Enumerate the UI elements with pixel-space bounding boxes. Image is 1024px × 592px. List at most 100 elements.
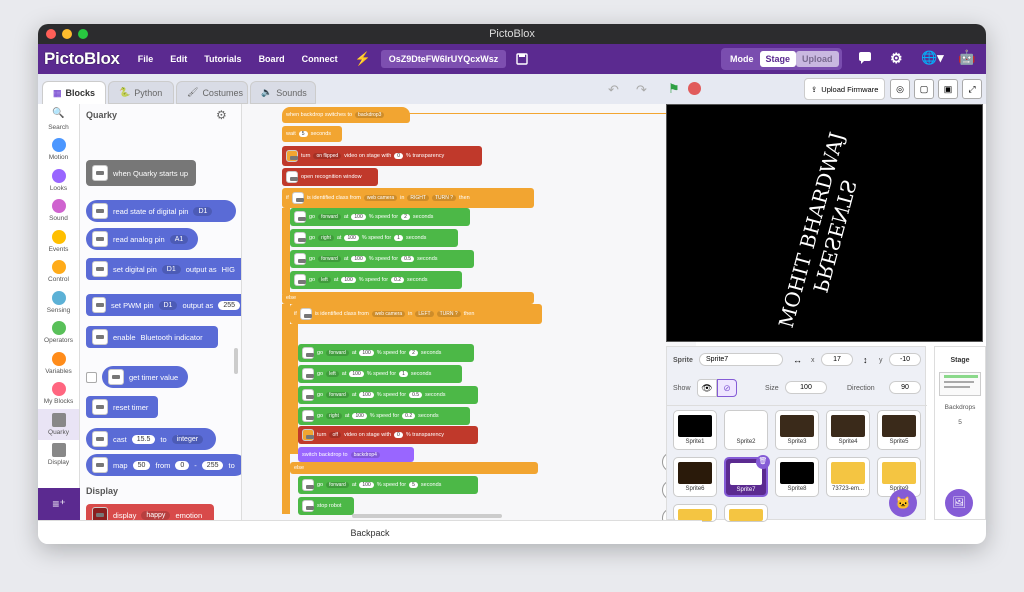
transparency-input[interactable]: 0 (394, 432, 403, 438)
show-visible-icon[interactable]: 👁 (697, 379, 717, 397)
block-open-recognition-window[interactable]: open recognition window (282, 168, 378, 186)
tab-blocks[interactable]: ▦ Blocks (42, 81, 106, 104)
sprite-thumbnail[interactable]: Sprite5 (877, 410, 921, 450)
direction-dropdown[interactable]: forward (318, 256, 341, 262)
backdrop-dropdown[interactable]: backdrop4 (350, 451, 380, 458)
menu-edit[interactable]: Edit (170, 54, 187, 64)
pwm-value-input[interactable]: 255 (218, 300, 240, 310)
block-go-forward[interactable]: go forward at 100 % speed for 5 seconds (298, 476, 478, 494)
transparency-input[interactable]: 0 (394, 153, 404, 159)
time-input[interactable]: 0.2 (391, 277, 405, 283)
sprite-thumbnail[interactable]: 73723-em... (826, 457, 870, 497)
pictoblox-logo[interactable]: PictoBlox (44, 49, 120, 69)
block-cast[interactable]: cast 15.5 to integer (86, 428, 216, 450)
block-go-left[interactable]: go left at 100 % speed for 1 seconds (298, 365, 462, 383)
close-window-button[interactable] (46, 29, 56, 39)
speed-input[interactable]: 100 (349, 371, 364, 377)
backpack-bar[interactable]: Backpack (38, 520, 702, 544)
mode-stage-button[interactable]: Stage (759, 51, 797, 67)
choose-sprite-button[interactable]: 🐱 (889, 489, 917, 517)
video-mode-dropdown[interactable]: off (329, 432, 341, 438)
speed-input[interactable]: 100 (351, 256, 366, 262)
block-wait[interactable]: wait 5 seconds (282, 126, 342, 142)
category-my-blocks[interactable]: My Blocks (38, 379, 79, 410)
direction-dropdown[interactable]: right (318, 235, 334, 241)
choose-backdrop-button[interactable]: 🖼 (945, 489, 973, 517)
camera-dropdown[interactable]: web camera (371, 311, 406, 317)
direction-dropdown[interactable]: left (326, 371, 339, 377)
time-input[interactable]: 2 (401, 214, 410, 220)
large-stage-icon[interactable]: ▣ (938, 79, 958, 99)
category-sound[interactable]: Sound (38, 196, 79, 227)
pin-dropdown[interactable]: D1 (158, 300, 178, 310)
y-input[interactable]: -10 (889, 353, 921, 366)
palette-scrollbar[interactable] (234, 348, 238, 374)
sprite-thumbnail[interactable]: Sprite2 (724, 410, 768, 450)
fullscreen-icon[interactable]: ⤢ (962, 79, 982, 99)
category-operators[interactable]: Operators (38, 318, 79, 349)
pin-dropdown[interactable]: D1 (161, 264, 181, 274)
block-switch-backdrop[interactable]: switch backdrop to backdrop4 (298, 447, 414, 462)
time-input[interactable]: 2 (409, 350, 418, 356)
gear-icon[interactable]: ⚙ (890, 50, 903, 67)
show-hidden-icon[interactable]: ⊘ (717, 379, 737, 397)
delete-sprite-icon[interactable]: 🗑 (756, 455, 770, 469)
redo-icon[interactable]: ↷ (636, 82, 647, 98)
block-when-quarky-starts[interactable]: when Quarky starts up (86, 160, 196, 186)
block-go-forward[interactable]: go forward at 100 % speed for 0.5 second… (290, 250, 474, 268)
category-quarky[interactable]: Quarky (38, 409, 79, 440)
block-when-backdrop-switches[interactable]: when backdrop switches to backdrop3 (282, 107, 410, 123)
x-input[interactable]: 17 (821, 353, 853, 366)
block-display-emotion[interactable]: display happy emotion (86, 504, 214, 520)
direction-dropdown[interactable]: left (318, 277, 331, 283)
camera-icon[interactable]: ◎ (890, 79, 910, 99)
tab-costumes[interactable]: 🖌 Costumes (176, 81, 248, 104)
camera-dropdown[interactable]: web camera (363, 195, 398, 201)
sprite-thumbnail[interactable] (724, 504, 768, 522)
pin-dropdown[interactable]: D1 (193, 206, 213, 216)
block-go-right[interactable]: go right at 100 % speed for 0.2 seconds (298, 407, 470, 425)
block-go-forward[interactable]: go forward at 100 % speed for 2 seconds (290, 208, 470, 226)
map-value-input[interactable]: 50 (132, 460, 151, 470)
sprite-thumbnail[interactable]: Sprite1 (673, 410, 717, 450)
size-input[interactable]: 100 (785, 381, 827, 394)
feedback-icon[interactable] (858, 51, 872, 67)
globe-icon[interactable]: 🌐▾ (921, 50, 944, 66)
cast-type-dropdown[interactable]: integer (171, 434, 204, 444)
robot-avatar-icon[interactable]: 🤖 (958, 49, 975, 66)
category-search[interactable]: 🔍 Search (38, 104, 79, 135)
wait-input[interactable]: 5 (298, 131, 308, 137)
block-set-digital-pin[interactable]: set digital pin D1 output as HIG (86, 258, 241, 280)
stage-target-pane[interactable]: Stage Backdrops 5 🖼 (934, 346, 986, 520)
zoom-window-button[interactable] (78, 29, 88, 39)
analog-pin-dropdown[interactable]: A1 (169, 234, 189, 244)
direction-dropdown[interactable]: forward (326, 392, 349, 398)
menu-connect[interactable]: Connect (302, 54, 338, 64)
checkbox[interactable] (86, 372, 97, 383)
undo-icon[interactable]: ↶ (608, 82, 619, 98)
script-area[interactable]: when backdrop switches to backdrop3 wait… (242, 104, 696, 520)
add-extension-button[interactable]: ≡⁺ (38, 488, 80, 520)
block-read-digital-pin[interactable]: read state of digital pin D1 (86, 200, 236, 222)
green-flag-icon[interactable]: ⚑ (668, 81, 680, 97)
speed-input[interactable]: 100 (359, 392, 374, 398)
sprite-thumbnail[interactable]: Sprite7 🗑 (724, 455, 770, 497)
block-else[interactable]: else (282, 292, 534, 304)
sprite-thumbnail[interactable]: Sprite3 (775, 410, 819, 450)
stop-icon[interactable] (688, 82, 701, 95)
direction-dropdown[interactable]: forward (326, 482, 349, 488)
block-turn-video-off[interactable]: turn off video on stage with 0 % transpa… (298, 426, 478, 444)
block-reset-timer[interactable]: reset timer (86, 396, 158, 418)
stage-canvas[interactable]: MOHIT BHARDWAJ PRESENTS (666, 104, 983, 342)
class-dropdown[interactable]: TURN ? (431, 195, 456, 201)
cast-value-input[interactable]: 15.5 (131, 434, 156, 444)
class-dropdown[interactable]: TURN ? (436, 311, 461, 317)
block-enable-bluetooth[interactable]: enable Bluetooth indicator (86, 326, 218, 348)
block-go-right[interactable]: go right at 100 % speed for 1 seconds (290, 229, 458, 247)
backdrop-thumbnail[interactable] (939, 372, 981, 396)
block-get-timer-value[interactable]: get timer value (102, 366, 188, 388)
connect-plug-icon[interactable]: ⚡ (355, 51, 371, 67)
direction-dropdown[interactable]: forward (326, 350, 349, 356)
category-sensing[interactable]: Sensing (38, 287, 79, 318)
block-go-left[interactable]: go left at 100 % speed for 0.2 seconds (290, 271, 462, 289)
